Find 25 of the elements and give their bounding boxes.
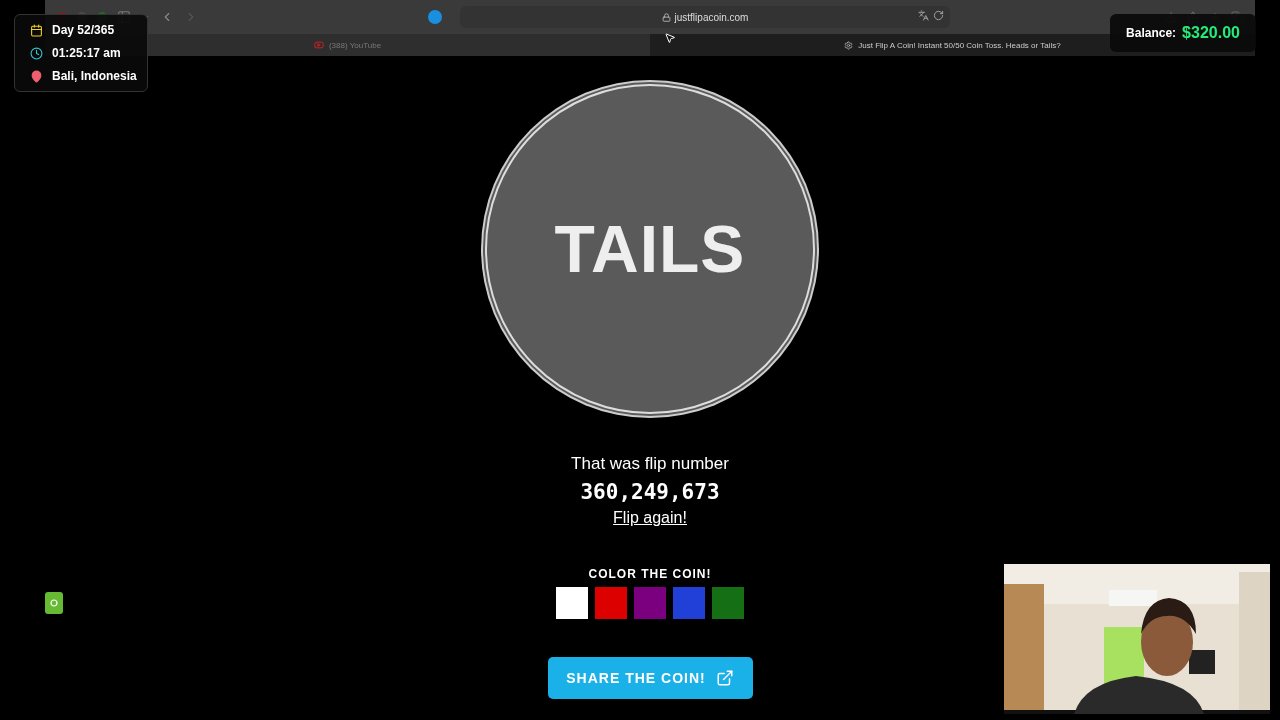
url-text: justflipacoin.com [674, 11, 749, 23]
stat-text: Bali, Indonesia [52, 69, 137, 83]
color-swatch[interactable] [556, 587, 588, 619]
color-swatch[interactable] [595, 587, 627, 619]
flip-caption: That was flip number [571, 454, 729, 474]
reload-icon[interactable] [933, 10, 944, 21]
external-link-icon [715, 669, 734, 687]
video-icon [313, 40, 324, 50]
color-label: COLOR THE COIN! [588, 567, 712, 581]
cursor-icon [664, 32, 676, 44]
color-swatch[interactable] [634, 587, 666, 619]
widget-icon[interactable] [45, 592, 63, 614]
address-bar[interactable]: justflipacoin.com [460, 6, 950, 28]
flip-number: 360,249,673 [580, 480, 720, 504]
lock-icon [661, 12, 671, 22]
clock-icon [30, 46, 43, 60]
extension-icon[interactable] [428, 10, 442, 24]
color-swatch[interactable] [673, 587, 705, 619]
map-pin-icon [30, 69, 43, 83]
translate-icon[interactable] [918, 10, 929, 21]
coin-face-text: TAILS [554, 211, 746, 287]
color-swatch[interactable] [712, 587, 744, 619]
flip-again-link[interactable]: Flip again! [613, 509, 687, 527]
calendar-icon [30, 23, 43, 37]
stat-text: Day 52/365 [52, 23, 115, 37]
